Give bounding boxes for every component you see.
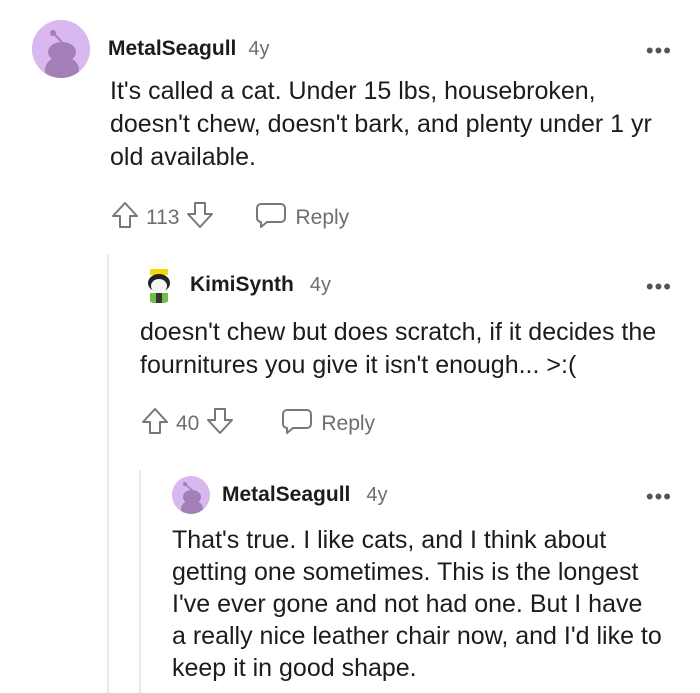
- comment-age: 4y: [248, 37, 270, 60]
- avatar[interactable]: [140, 266, 178, 304]
- reply-label: Reply: [321, 412, 376, 435]
- reply-button[interactable]: Reply: [255, 200, 349, 236]
- downvote-icon[interactable]: [205, 406, 235, 442]
- upvote-icon[interactable]: [140, 406, 170, 442]
- username[interactable]: KimiSynth: [190, 273, 294, 297]
- thread-line: [107, 255, 109, 693]
- comment-age: 4y: [366, 483, 388, 506]
- thread-line: [139, 470, 141, 693]
- comment-body: That's true. I like cats, and I think ab…: [172, 526, 662, 682]
- avatar[interactable]: [172, 476, 210, 514]
- comment-body: It's called a cat. Under 15 lbs, housebr…: [110, 77, 652, 171]
- upvote-icon[interactable]: [110, 200, 140, 236]
- comment: MetalSeagull 4y ••• It's called a cat. U…: [32, 20, 672, 229]
- username[interactable]: MetalSeagull: [108, 37, 236, 61]
- downvote-icon[interactable]: [185, 200, 215, 236]
- comment-actions: 113 Reply: [110, 200, 349, 236]
- more-options-icon[interactable]: •••: [646, 486, 672, 508]
- username[interactable]: MetalSeagull: [222, 483, 350, 507]
- comment-header: KimiSynth 4y: [140, 266, 672, 304]
- reply-label: Reply: [295, 206, 350, 229]
- avatar[interactable]: [32, 20, 90, 78]
- more-options-icon[interactable]: •••: [646, 40, 672, 62]
- comment-bubble-icon: [281, 406, 313, 442]
- reply-button[interactable]: Reply: [281, 406, 375, 442]
- comment-header: MetalSeagull 4y: [172, 476, 672, 514]
- comment-header: MetalSeagull 4y: [32, 20, 672, 78]
- vote-score: 113: [146, 206, 180, 229]
- comment-age: 4y: [309, 273, 331, 296]
- comment-body: doesn't chew but does scratch, if it dec…: [140, 318, 657, 379]
- comment-actions: 40 Reply: [140, 406, 375, 442]
- vote-score: 40: [176, 412, 200, 435]
- more-options-icon[interactable]: •••: [646, 276, 672, 298]
- comment: KimiSynth 4y ••• doesn't chew but does s…: [140, 266, 672, 435]
- comment: MetalSeagull 4y ••• That's true. I like …: [172, 476, 672, 682]
- comment-bubble-icon: [255, 200, 287, 236]
